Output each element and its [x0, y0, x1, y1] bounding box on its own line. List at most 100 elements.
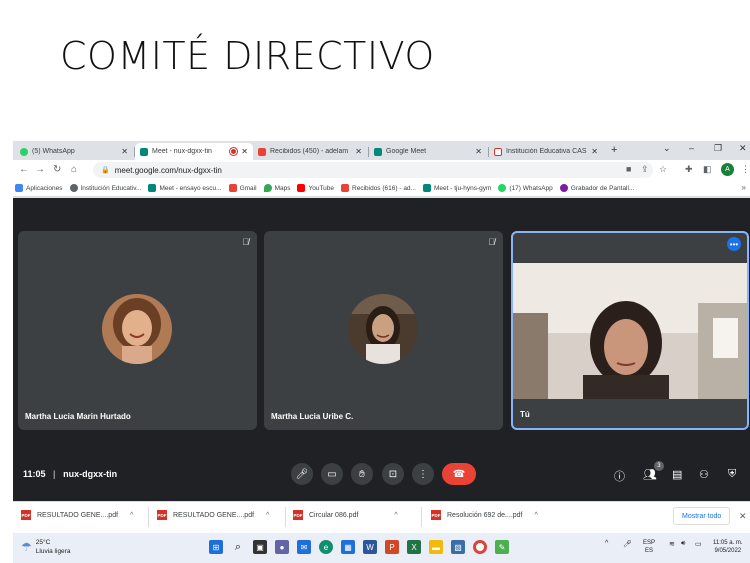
bookmark-institucion[interactable]: Institución Educativ... — [69, 184, 141, 192]
home-icon[interactable]: ⌂ — [71, 164, 77, 175]
people-icon[interactable]: 👥︎ 3 — [643, 461, 664, 481]
meet-call-area: 🎙̸ Martha Lucia Marin Hurtado 🎙̸ Martha … — [13, 198, 750, 501]
tab-institucion[interactable]: Institución Educativa CAS ✕ — [489, 143, 603, 160]
file-explorer-icon[interactable]: ▬ — [429, 540, 443, 554]
bookmark-apps[interactable]: Aplicaciones — [15, 184, 63, 192]
camera-button[interactable]: ▭ — [321, 463, 343, 485]
windows-start-icon[interactable]: ⊞ — [209, 540, 223, 554]
volume-icon[interactable]: 🔊︎ — [681, 540, 685, 548]
system-clock[interactable]: 11:05 a. m. 9/05/2022 — [713, 539, 743, 555]
pdf-file-icon: PDF — [21, 510, 31, 520]
wifi-icon[interactable]: ≋ — [669, 540, 675, 548]
store-icon[interactable]: ▦ — [341, 540, 355, 554]
close-tab-icon[interactable]: ✕ — [475, 147, 482, 156]
tab-whatsapp[interactable]: (5) WhatsApp ✕ — [15, 143, 133, 160]
side-panel-icon[interactable]: ◧ — [703, 164, 712, 175]
word-icon[interactable]: W — [363, 540, 377, 554]
close-tab-icon[interactable]: ✕ — [591, 147, 598, 156]
meeting-details-icon[interactable]: ⓘ — [614, 468, 625, 484]
bookmark-label: Meet - ensayo escu... — [159, 184, 222, 192]
participant-tile[interactable]: 🎙̸ Martha Lucia Uribe C. — [264, 231, 503, 430]
task-view-icon[interactable]: ▣ — [253, 540, 267, 554]
leave-call-button[interactable]: ☎︎ — [442, 463, 476, 485]
chat-teams-icon[interactable]: ● — [275, 540, 289, 554]
tab-search-icon[interactable]: ⌄ — [663, 143, 671, 154]
microphone-tray-icon[interactable]: 🎤︎ — [623, 540, 632, 548]
bookmark-youtube[interactable]: YouTube — [297, 184, 334, 192]
present-button[interactable]: ⊡ — [382, 463, 404, 485]
chevron-up-icon[interactable]: ^ — [130, 512, 133, 519]
weather-text: 25°C Lluvia ligera — [36, 538, 71, 556]
battery-icon[interactable]: ▭ — [695, 540, 702, 548]
bookmark-maps[interactable]: Maps — [263, 184, 291, 192]
back-icon[interactable]: ← — [19, 164, 29, 175]
participant-tile[interactable]: 🎙̸ Martha Lucia Marin Hurtado — [18, 231, 257, 430]
tab-meet-active[interactable]: Meet - nux-dgxx-tin ✕ — [135, 143, 253, 160]
menu-icon[interactable]: ⋮ — [741, 164, 750, 175]
excel-icon[interactable]: X — [407, 540, 421, 554]
tab-gmail[interactable]: Recibidos (450) - adelam ✕ — [253, 143, 367, 160]
self-video-tile[interactable]: ••• Tú — [511, 231, 749, 430]
download-item[interactable]: PDF RESULTADO GENE....pdf ^ — [21, 510, 133, 520]
clock-date: 9/05/2022 — [714, 548, 742, 554]
tab-google-meet[interactable]: Google Meet ✕ — [369, 143, 487, 160]
whatsapp-icon — [20, 147, 28, 156]
more-options-icon[interactable]: ••• — [727, 237, 741, 251]
host-controls-icon[interactable]: ⛨ — [728, 468, 736, 481]
more-options-button[interactable]: ⋮ — [412, 463, 434, 485]
tab-strip: (5) WhatsApp ✕ Meet - nux-dgxx-tin ✕ Rec… — [13, 141, 750, 160]
chat-icon[interactable]: ▤ — [672, 468, 682, 481]
bookmark-recibidos[interactable]: Recibidos (616) - ad... — [341, 184, 416, 192]
bookmark-gmail[interactable]: Gmail — [228, 184, 257, 192]
bookmark-whatsapp[interactable]: (17) WhatsApp — [498, 184, 553, 192]
raise-hand-button[interactable]: ✋︎ — [351, 463, 373, 485]
chevron-up-icon[interactable]: ^ — [394, 512, 397, 519]
photos-icon[interactable]: ▧ — [451, 540, 465, 554]
bookmark-label: Maps — [274, 184, 291, 192]
mail-icon[interactable]: ✉ — [297, 540, 311, 554]
chrome-icon[interactable] — [473, 540, 487, 554]
language-indicator[interactable]: ESP ES — [643, 539, 655, 555]
chevron-up-icon[interactable]: ^ — [266, 512, 269, 519]
chevron-up-icon[interactable]: ^ — [535, 512, 538, 519]
bookmark-label: (17) WhatsApp — [509, 184, 553, 192]
close-tab-icon[interactable]: ✕ — [241, 147, 248, 156]
close-window-icon[interactable]: ✕ — [739, 143, 747, 154]
app-icon[interactable]: ✎ — [495, 540, 509, 554]
restore-icon[interactable]: ❐ — [714, 143, 722, 154]
tab-label: (5) WhatsApp — [32, 148, 75, 155]
bookmark-star-icon[interactable]: ☆ — [659, 164, 667, 175]
search-icon[interactable]: ⌕ — [231, 540, 245, 554]
bookmark-label: Aplicaciones — [26, 184, 63, 192]
powerpoint-icon[interactable]: P — [385, 540, 399, 554]
gmail-icon — [258, 147, 266, 156]
gmail-icon — [228, 184, 237, 192]
more-bookmarks-icon[interactable]: » — [742, 183, 746, 192]
download-item[interactable]: PDF Circular 086.pdf ^ — [293, 510, 398, 520]
microphone-button[interactable]: 🎤︎ — [291, 463, 313, 485]
url-text[interactable]: meet.google.com/nux-dgxx-tin — [115, 166, 222, 175]
camera-indicator-icon[interactable]: ■ — [626, 164, 631, 174]
activities-icon[interactable]: ⚇ — [699, 468, 709, 481]
separator: | — [53, 469, 56, 479]
forward-icon[interactable]: → — [35, 164, 45, 175]
edge-browser-icon[interactable]: e — [319, 540, 333, 554]
close-icon[interactable]: ✕ — [739, 511, 747, 522]
close-tab-icon[interactable]: ✕ — [355, 147, 362, 156]
new-tab-button[interactable]: + — [611, 144, 617, 156]
address-bar[interactable]: 🔒 meet.google.com/nux-dgxx-tin — [93, 162, 653, 178]
close-tab-icon[interactable]: ✕ — [121, 147, 128, 156]
bookmark-grabador[interactable]: Grabador de Pantall... — [559, 184, 634, 192]
profile-avatar[interactable]: A — [721, 163, 734, 176]
extensions-icon[interactable]: ✚ — [685, 164, 693, 175]
chevron-up-icon[interactable]: ^ — [605, 540, 608, 547]
share-icon[interactable]: ⇪ — [641, 164, 649, 175]
bookmark-meet-ensayo[interactable]: Meet - ensayo escu... — [148, 184, 222, 192]
reload-icon[interactable]: ↻ — [53, 164, 61, 175]
weather-widget[interactable]: ☂ 25°C Lluvia ligera — [21, 538, 70, 556]
download-item[interactable]: PDF Resolución 692 de....pdf ^ — [431, 510, 538, 520]
bookmark-meet-tju[interactable]: Meet - tju-hyns-gym — [422, 184, 491, 192]
show-all-downloads-button[interactable]: Mostrar todo — [673, 507, 731, 525]
minimize-icon[interactable]: – — [689, 143, 694, 153]
download-item[interactable]: PDF RESULTADO GENE....pdf ^ — [157, 510, 269, 520]
